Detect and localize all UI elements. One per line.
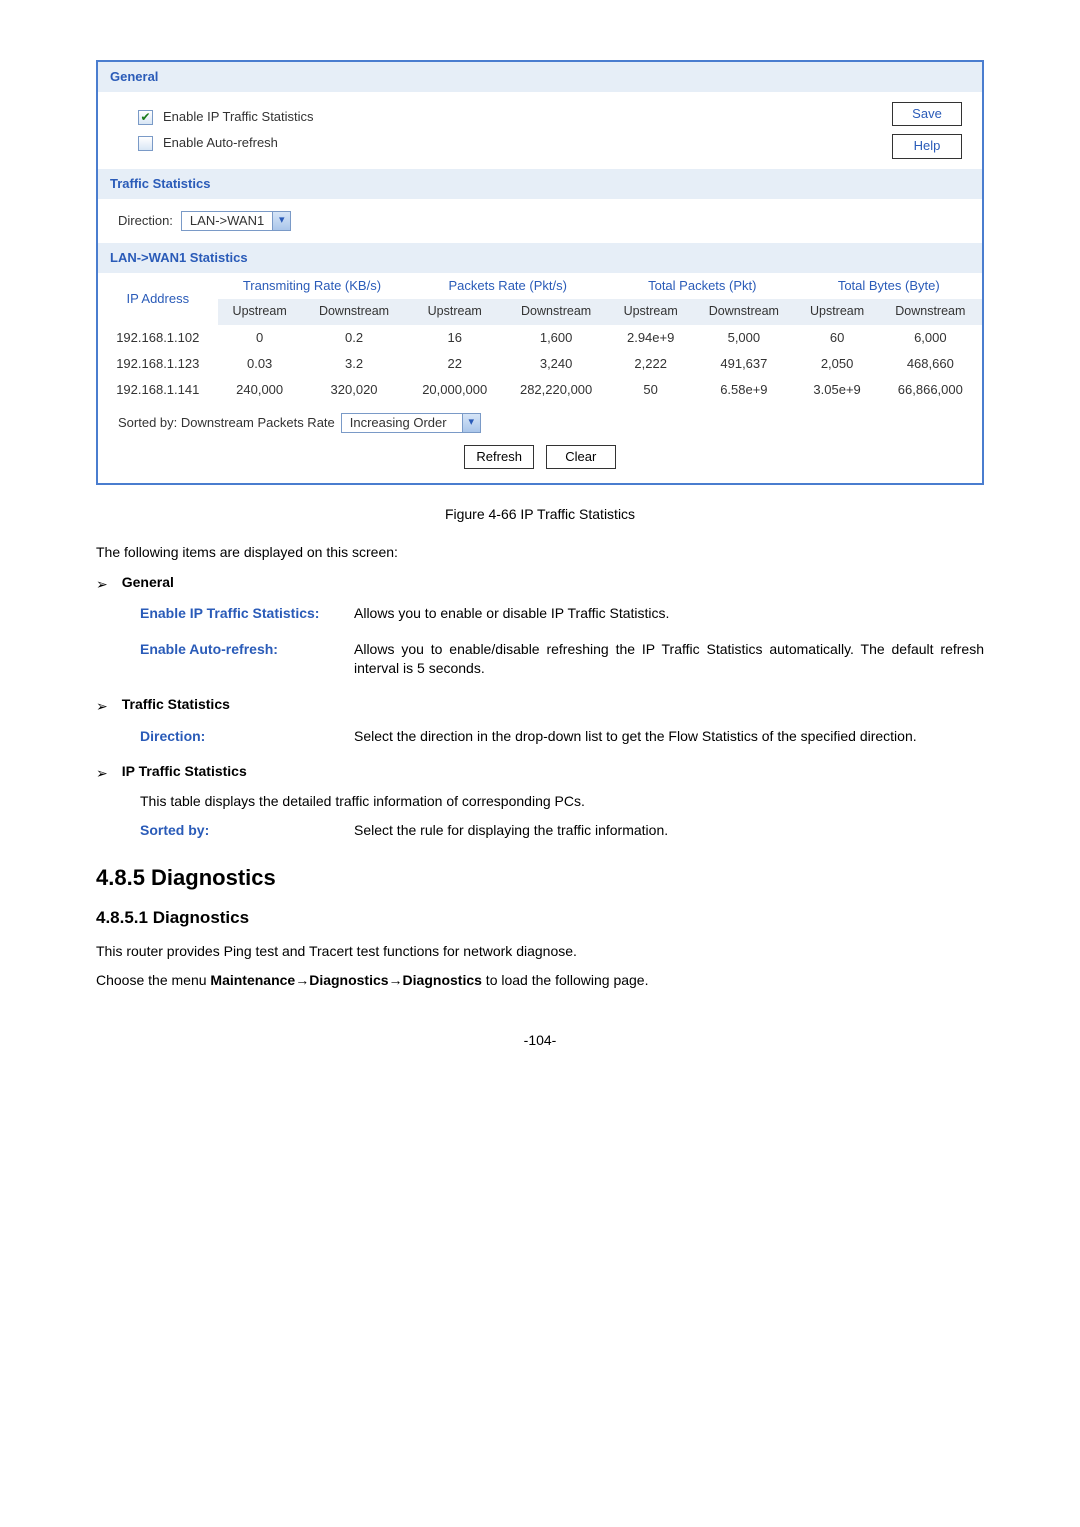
- bullet-traffic: ➢ Traffic Statistics: [96, 695, 984, 717]
- enable-ip-traffic-checkbox[interactable]: ✔: [138, 110, 153, 125]
- chevron-down-icon: ▾: [462, 414, 480, 432]
- refresh-button[interactable]: Refresh: [464, 445, 534, 469]
- defs-traffic: Direction: Select the direction in the d…: [140, 727, 984, 747]
- intro-line: The following items are displayed on thi…: [96, 543, 984, 563]
- clear-button[interactable]: Clear: [546, 445, 616, 469]
- sub-down-1: Downstream: [302, 299, 407, 325]
- general-header: General: [98, 62, 982, 92]
- bullet-iptraffic: ➢ IP Traffic Statistics: [96, 762, 984, 784]
- direction-select[interactable]: LAN->WAN1 ▾: [181, 211, 291, 231]
- def-term: Enable IP Traffic Statistics:: [140, 604, 330, 624]
- col-total-bytes: Total Bytes (Byte): [796, 273, 983, 299]
- enable-auto-refresh-checkbox[interactable]: [138, 136, 153, 151]
- bullet-general: ➢ General: [96, 573, 984, 595]
- bullet-traffic-title: Traffic Statistics: [122, 695, 230, 715]
- def-desc: Allows you to enable/disable refreshing …: [354, 640, 984, 679]
- heading-485: 4.8.5 Diagnostics: [96, 863, 984, 894]
- general-body: ✔ Enable IP Traffic Statistics Enable Au…: [98, 92, 982, 168]
- table-buttons: Refresh Clear: [98, 437, 982, 483]
- enable-ip-traffic-row: ✔ Enable IP Traffic Statistics: [138, 104, 962, 130]
- traffic-stats-header: Traffic Statistics: [98, 169, 982, 199]
- sub-down-3: Downstream: [692, 299, 795, 325]
- sub-down-4: Downstream: [879, 299, 982, 325]
- col-total-pkts: Total Packets (Pkt): [609, 273, 795, 299]
- sort-order-value: Increasing Order: [342, 414, 462, 432]
- stats-table: IP Address Transmiting Rate (KB/s) Packe…: [98, 273, 982, 403]
- sub-up-2: Upstream: [406, 299, 503, 325]
- sub-up-1: Upstream: [218, 299, 302, 325]
- direction-row: Direction: LAN->WAN1 ▾: [98, 199, 982, 243]
- col-packets: Packets Rate (Pkt/s): [406, 273, 609, 299]
- figure-caption: Figure 4-66 IP Traffic Statistics: [96, 505, 984, 525]
- def-row: Enable Auto-refresh: Allows you to enabl…: [140, 640, 984, 679]
- save-button[interactable]: Save: [892, 102, 962, 126]
- enable-auto-refresh-row: Enable Auto-refresh: [138, 130, 962, 156]
- def-row: Enable IP Traffic Statistics: Allows you…: [140, 604, 984, 624]
- table-row: 192.168.1.102 0 0.2 16 1,600 2.94e+9 5,0…: [98, 325, 982, 351]
- table-row: 192.168.1.123 0.03 3.2 22 3,240 2,222 49…: [98, 351, 982, 377]
- diag-p2: Choose the menu Maintenance→Diagnostics→…: [96, 971, 984, 991]
- sort-order-select[interactable]: Increasing Order ▾: [341, 413, 481, 433]
- def-term: Sorted by:: [140, 821, 330, 841]
- table-row: 192.168.1.141 240,000 320,020 20,000,000…: [98, 377, 982, 403]
- enable-auto-refresh-label: Enable Auto-refresh: [163, 134, 278, 152]
- sub-up-3: Upstream: [609, 299, 692, 325]
- col-trans: Transmiting Rate (KB/s): [218, 273, 407, 299]
- def-desc: Select the direction in the drop-down li…: [354, 727, 984, 747]
- def-term: Direction:: [140, 727, 330, 747]
- bullet-icon: ➢: [96, 764, 108, 784]
- sorted-by-label: Sorted by: Downstream Packets Rate: [118, 414, 335, 432]
- bullet-general-title: General: [122, 573, 174, 593]
- def-row: Direction: Select the direction in the d…: [140, 727, 984, 747]
- direction-value: LAN->WAN1: [182, 212, 272, 230]
- col-ip: IP Address: [98, 273, 218, 325]
- def-row: Sorted by: Select the rule for displayin…: [140, 821, 984, 841]
- defs-iptraffic: Sorted by: Select the rule for displayin…: [140, 821, 984, 841]
- def-desc: Select the rule for displaying the traff…: [354, 821, 984, 841]
- def-term: Enable Auto-refresh:: [140, 640, 330, 679]
- bullet-icon: ➢: [96, 575, 108, 595]
- bullet-icon: ➢: [96, 697, 108, 717]
- sub-up-4: Upstream: [796, 299, 879, 325]
- help-button[interactable]: Help: [892, 134, 962, 158]
- bullet-iptraffic-title: IP Traffic Statistics: [122, 762, 247, 782]
- heading-4851: 4.8.5.1 Diagnostics: [96, 906, 984, 930]
- direction-label: Direction:: [118, 212, 173, 230]
- enable-ip-traffic-label: Enable IP Traffic Statistics: [163, 108, 314, 126]
- general-buttons: Save Help: [892, 102, 962, 158]
- page-number: -104-: [96, 1031, 984, 1051]
- chevron-down-icon: ▾: [272, 212, 290, 230]
- ip-traffic-panel: General ✔ Enable IP Traffic Statistics E…: [96, 60, 984, 485]
- sub-down-2: Downstream: [503, 299, 609, 325]
- iptraffic-paragraph: This table displays the detailed traffic…: [140, 792, 984, 812]
- lan-wan-header: LAN->WAN1 Statistics: [98, 243, 982, 273]
- diag-p1: This router provides Ping test and Trace…: [96, 942, 984, 962]
- defs-general: Enable IP Traffic Statistics: Allows you…: [140, 604, 984, 679]
- sorted-by-row: Sorted by: Downstream Packets Rate Incre…: [98, 403, 982, 437]
- def-desc: Allows you to enable or disable IP Traff…: [354, 604, 984, 624]
